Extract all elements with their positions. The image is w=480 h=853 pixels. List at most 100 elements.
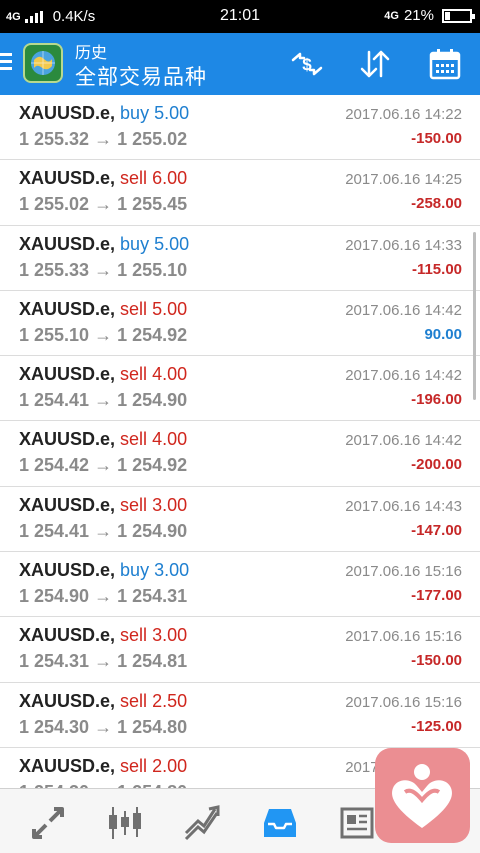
trade-side: buy — [120, 233, 150, 254]
page-subtitle: 历史 — [75, 45, 108, 62]
trade-side: sell — [120, 690, 148, 711]
trade-prices: 1 255.02 → 1 255.45 — [19, 194, 188, 215]
trade-symbol: XAUUSD.e, buy 3.00 — [19, 560, 189, 581]
trade-prices: 1 255.32 → 1 255.02 — [19, 129, 188, 149]
trade-side-volume: sell 4.00 — [120, 429, 187, 449]
trade-row[interactable]: XAUUSD.e, sell 3.00 1 254.31 → 1 254.81 20… — [0, 617, 480, 683]
trade-prices: 1 255.10 → 1 254.92 — [19, 324, 188, 345]
trade-side-volume: buy 5.00 — [120, 234, 189, 254]
trade-time: 2017.06.16 14:43 — [345, 497, 462, 515]
trade-side: buy — [120, 560, 150, 581]
trade-symbol: XAUUSD.e, buy 5.00 — [19, 234, 189, 255]
svg-text:$: $ — [302, 55, 312, 74]
trade-volume: 3.00 — [154, 560, 190, 581]
trade-side-volume: sell 5.00 — [120, 299, 187, 319]
page-title[interactable]: 全部交易品种 — [75, 61, 207, 91]
tab-history[interactable] — [260, 803, 300, 843]
trade-volume: 4.00 — [152, 364, 188, 385]
trade-history-list[interactable]: XAUUSD.e, buy 5.00 1 255.32 → 1 255.02 201… — [0, 95, 480, 788]
symbol-name: XAUUSD.e, — [19, 168, 116, 189]
trade-time: 2017.06.16 14:42 — [345, 301, 462, 319]
trade-symbol: XAUUSD.e, sell 6.00 — [19, 168, 187, 189]
trade-profit: -150.00 — [411, 652, 462, 670]
trade-symbol: XAUUSD.e, buy 5.00 — [19, 103, 189, 124]
symbol-name: XAUUSD.e, — [19, 429, 116, 450]
trade-prices: 1 254.42 → 1 254.92 — [19, 455, 188, 476]
sort-icon[interactable] — [358, 47, 392, 81]
trade-row[interactable]: XAUUSD.e, buy 3.00 1 254.90 → 1 254.31 201… — [0, 552, 480, 618]
scrollbar[interactable] — [473, 232, 476, 400]
trade-symbol: XAUUSD.e, sell 4.00 — [19, 364, 187, 385]
trade-symbol: XAUUSD.e, sell 4.00 — [19, 429, 187, 450]
trade-symbol: XAUUSD.e, sell 3.00 — [19, 625, 187, 646]
heart-person-icon — [375, 764, 470, 847]
symbol-name: XAUUSD.e, — [19, 103, 116, 123]
trade-side: sell — [120, 429, 148, 450]
trade-profit: -150.00 — [411, 130, 462, 147]
trade-row[interactable]: XAUUSD.e, sell 4.00 1 254.42 → 1 254.92 20… — [0, 421, 480, 487]
symbol-name: XAUUSD.e, — [19, 690, 116, 711]
trade-side: sell — [120, 755, 148, 776]
trade-symbol: XAUUSD.e, sell 3.00 — [19, 495, 187, 516]
floating-widget[interactable] — [375, 748, 470, 843]
trade-volume: 2.00 — [152, 755, 188, 776]
trade-profit: -125.00 — [411, 717, 462, 735]
trade-side-volume: sell 3.00 — [120, 625, 187, 645]
tab-quotes[interactable] — [28, 803, 68, 843]
tab-trade[interactable] — [183, 803, 223, 843]
trade-profit: 90.00 — [424, 325, 462, 343]
trade-prices: 1 254.31 → 1 254.81 — [19, 651, 188, 672]
trade-profit: -196.00 — [411, 391, 462, 409]
trade-time: 2017.06.16 15:16 — [345, 563, 462, 581]
status-bar: 4G 0.4K/s 21:01 4G 21% — [0, 0, 480, 33]
symbol-name: XAUUSD.e, — [19, 364, 116, 385]
symbol-name: XAUUSD.e, — [19, 755, 116, 776]
tab-news[interactable] — [337, 803, 377, 843]
trade-side: sell — [120, 625, 148, 646]
trade-side: sell — [120, 168, 148, 189]
trade-prices: 1 254.41 → 1 254.90 — [19, 520, 188, 541]
trade-prices: 1 255.33 → 1 255.10 — [19, 259, 188, 280]
trade-volume: 2.50 — [152, 690, 188, 711]
trade-volume: 5.00 — [154, 233, 190, 254]
app-bar: 历史 全部交易品种 $ — [0, 33, 480, 95]
trade-profit: -147.00 — [411, 521, 462, 539]
trade-row[interactable]: XAUUSD.e, sell 5.00 1 255.10 → 1 254.92 20… — [0, 291, 480, 357]
trade-time: 2017.06.16 15:16 — [345, 693, 462, 711]
trade-side-volume: buy 5.00 — [120, 103, 189, 123]
symbol-name: XAUUSD.e, — [19, 298, 116, 319]
trade-row[interactable]: XAUUSD.e, sell 2.50 1 254.30 → 1 254.80 20… — [0, 683, 480, 748]
trade-profit: -115.00 — [411, 260, 462, 278]
trade-side: buy — [120, 103, 150, 123]
trade-side-volume: sell 6.00 — [120, 168, 187, 188]
symbol-name: XAUUSD.e, — [19, 625, 116, 646]
trade-volume: 6.00 — [152, 168, 188, 189]
trade-time: 2017.06.16 14:33 — [345, 236, 462, 254]
calendar-icon[interactable] — [428, 47, 462, 81]
trade-symbol: XAUUSD.e, sell 5.00 — [19, 299, 187, 320]
trade-row[interactable]: XAUUSD.e, sell 3.00 1 254.41 → 1 254.90 20… — [0, 487, 480, 553]
trade-row[interactable]: XAUUSD.e, buy 5.00 1 255.33 → 1 255.10 201… — [0, 226, 480, 291]
trade-side-volume: buy 3.00 — [120, 560, 189, 580]
tab-chart[interactable] — [105, 803, 145, 843]
trade-side-volume: sell 2.50 — [120, 691, 187, 711]
trade-volume: 5.00 — [152, 298, 188, 319]
trade-symbol: XAUUSD.e, sell 2.00 — [19, 756, 187, 777]
trade-profit: -258.00 — [411, 195, 462, 213]
trade-prices: 1 254.90 → 1 254.31 — [19, 586, 188, 607]
trade-prices: 1 254.41 → 1 254.90 — [19, 390, 188, 411]
trade-volume: 5.00 — [154, 103, 190, 123]
trade-time: 2017.06.16 15:16 — [345, 628, 462, 646]
trade-time: 2017.06.16 14:42 — [345, 367, 462, 385]
trade-side-volume: sell 3.00 — [120, 495, 187, 515]
menu-icon[interactable] — [0, 53, 12, 73]
status-right: 4G 21% — [384, 7, 475, 24]
trade-row[interactable]: XAUUSD.e, sell 4.00 1 254.41 → 1 254.90 20… — [0, 356, 480, 422]
trade-symbol: XAUUSD.e, sell 2.50 — [19, 691, 187, 712]
app-logo-icon[interactable] — [22, 42, 64, 84]
battery-icon — [442, 8, 475, 23]
trade-row[interactable]: XAUUSD.e, sell 6.00 1 255.02 → 1 255.45 20… — [0, 160, 480, 226]
battery-percent: 21% — [403, 7, 434, 24]
trade-row[interactable]: XAUUSD.e, buy 5.00 1 255.32 → 1 255.02 201… — [0, 95, 480, 161]
currency-exchange-icon[interactable]: $ — [290, 47, 324, 81]
